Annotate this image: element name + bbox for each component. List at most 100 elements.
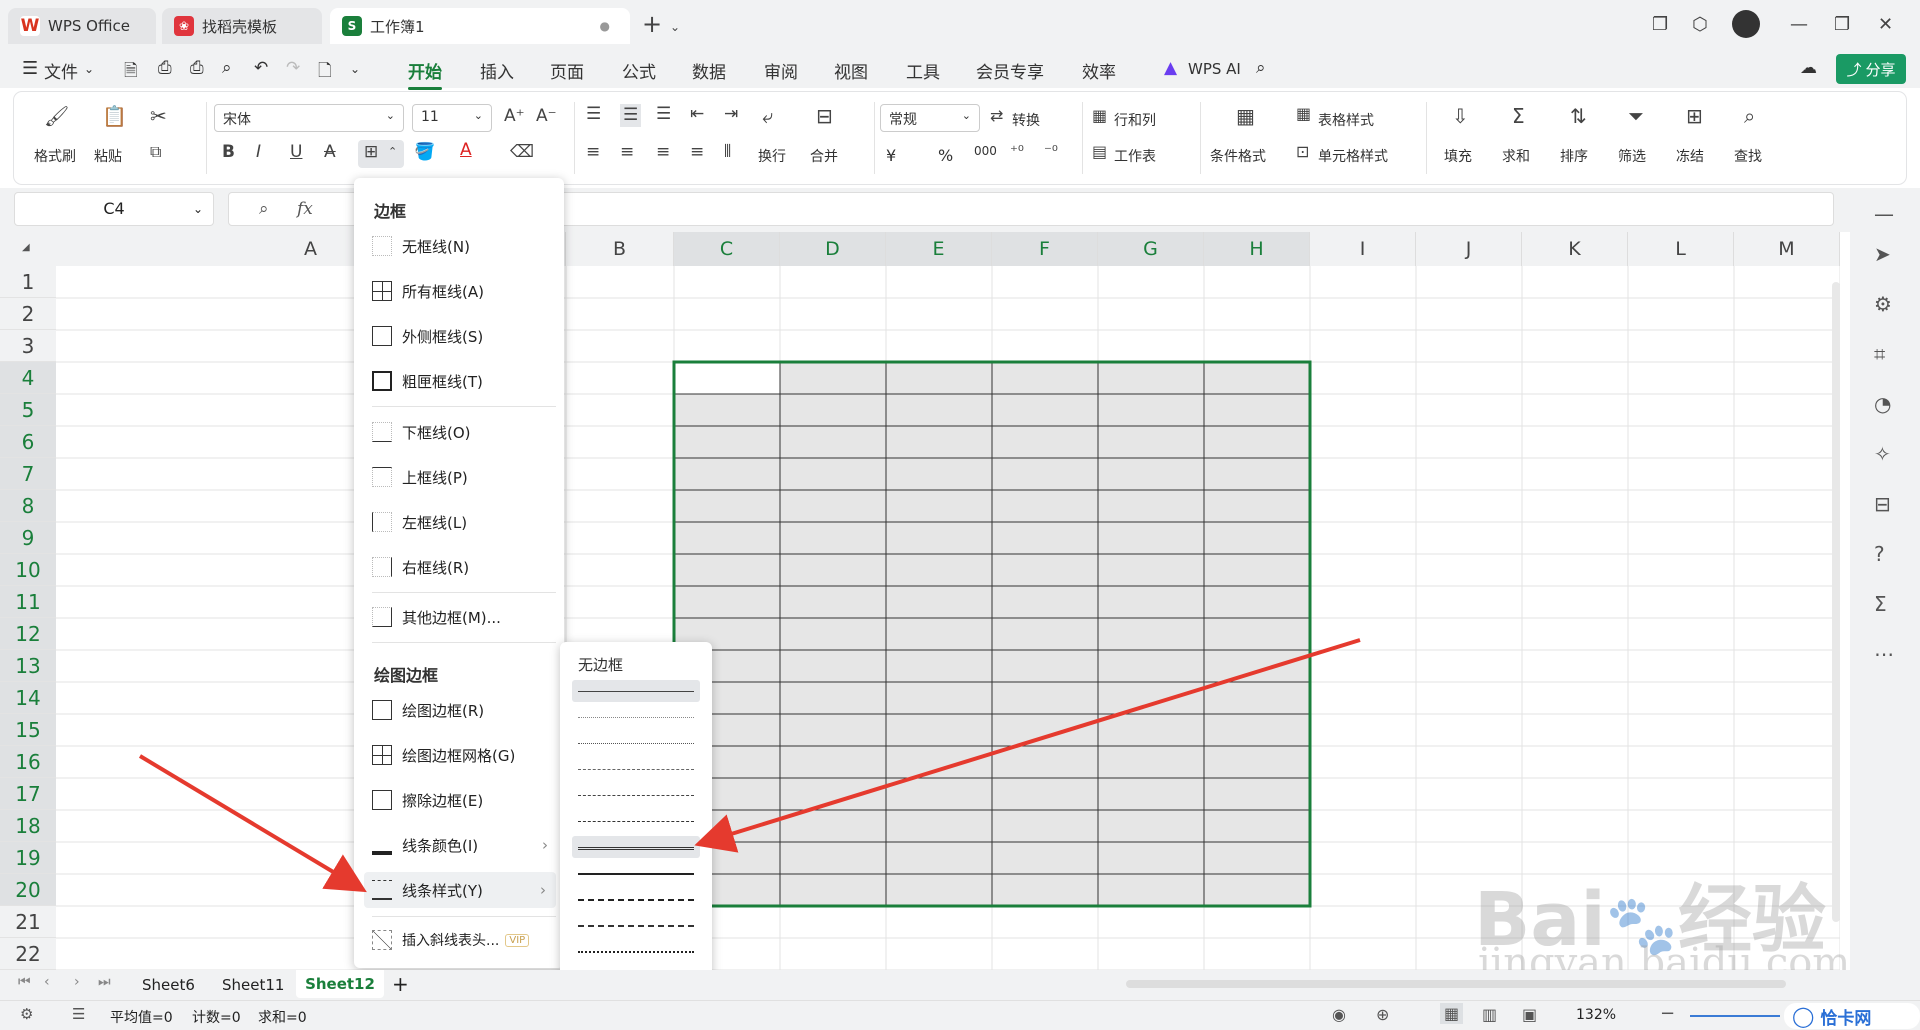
row-header-2[interactable]: 2 [0,298,56,330]
center-icon[interactable]: ⊕ [1376,1005,1389,1024]
indent-increase-icon[interactable]: ⇥ [724,106,738,123]
align-bottom-icon[interactable]: ☰ [656,106,671,123]
currency-button[interactable]: ¥ [886,146,896,165]
zoom-out-icon[interactable]: − [1660,1003,1675,1024]
thousands-button[interactable]: 000 [974,144,997,158]
cursor-icon[interactable]: ➤ [1874,242,1891,266]
tab-docer[interactable]: ❀ 找稻壳模板 [162,8,322,44]
row-header-9[interactable]: 9 [0,522,56,554]
more-icon[interactable]: ⋯ [1874,642,1894,666]
menu-insert[interactable]: 插入 [480,58,514,83]
new-tab-icon[interactable]: + [642,10,662,38]
merge-label[interactable]: 合并 [810,146,838,166]
add-sheet-icon[interactable]: + [392,972,409,996]
formula-icon[interactable]: Σ [1874,592,1887,616]
wrap-label[interactable]: 换行 [758,146,786,166]
hamburger-icon[interactable]: ☰ [22,58,38,79]
row-header-17[interactable]: 17 [0,778,56,810]
close-icon[interactable]: ✕ [1878,14,1893,35]
bold-icon[interactable]: B [222,144,235,161]
last-sheet-icon[interactable]: ⏭ [98,974,111,990]
border-button[interactable]: ⊞ ⌃ [358,140,404,168]
cond-format-label[interactable]: 条件格式 [1210,146,1266,166]
wps-ai-button[interactable]: WPS AI [1188,60,1241,78]
increase-decimal-icon[interactable]: ⁺⁰ [1010,144,1024,159]
column-header-h[interactable]: H [1204,232,1310,266]
cube-icon[interactable]: ⬡ [1692,14,1708,35]
fx-icon[interactable]: fx [297,199,313,219]
align-center-icon[interactable]: ≡ [620,144,634,161]
zoom-level[interactable]: 132% [1576,1007,1616,1023]
font-name-select[interactable]: 宋体 ⌄ [214,104,404,132]
row-header-8[interactable]: 8 [0,490,56,522]
sheet-label[interactable]: 工作表 [1114,146,1156,166]
maximize-icon[interactable]: ❐ [1834,14,1850,35]
font-color-icon[interactable]: A [460,142,472,159]
search-icon[interactable]: ⌕ [1256,58,1266,78]
menu-formula[interactable]: 公式 [622,58,656,83]
line-style-option[interactable] [572,784,700,806]
column-header-m[interactable]: M [1734,232,1840,266]
wrap-icon[interactable]: ⤶ [762,106,773,126]
menu-insert-diagonal[interactable]: 插入斜线表头... VIP [372,922,552,958]
select-all-corner[interactable]: ◢ [0,232,56,266]
print-icon[interactable]: ⎙ [190,58,204,78]
line-style-option[interactable] [572,914,700,936]
copy-icon[interactable]: ⧉ [150,144,161,160]
first-sheet-icon[interactable]: ⏮ [18,974,31,990]
help-icon[interactable]: ? [1874,542,1885,566]
tab-wps-office[interactable]: W WPS Office [8,8,156,44]
table-style-label[interactable]: 表格样式 [1318,110,1374,130]
find-label[interactable]: 查找 [1734,146,1762,166]
column-header-k[interactable]: K [1522,232,1628,266]
format-painter-icon[interactable]: 🖌 [44,106,69,126]
cloud-upload-icon[interactable]: ☁ [1800,58,1817,78]
cell-style-icon[interactable]: ⊡ [1296,144,1309,160]
eye-icon[interactable]: ◉ [1332,1005,1346,1024]
filter-icon[interactable]: ⏷ [1628,106,1644,126]
line-style-option[interactable] [572,862,700,884]
percent-button[interactable]: % [938,146,953,165]
number-format-select[interactable]: 常规 ⌄ [880,104,980,132]
freeze-label[interactable]: 冻结 [1676,146,1704,166]
collapse-icon[interactable]: — [1874,202,1894,226]
row-col-label[interactable]: 行和列 [1114,110,1156,130]
menu-file[interactable]: 文件 [44,58,78,83]
row-header-14[interactable]: 14 [0,682,56,714]
cell-style-label[interactable]: 单元格样式 [1318,146,1388,166]
menu-draw-border-grid[interactable]: 绘图边框网格(G) [372,737,552,773]
column-header-l[interactable]: L [1628,232,1734,266]
macro-icon[interactable]: ⚙ [20,1005,33,1023]
increase-font-icon[interactable]: A⁺ [504,108,525,125]
menu-right-border[interactable]: 右框线(R) [372,549,552,585]
menu-view[interactable]: 视图 [834,58,868,83]
row-header-10[interactable]: 10 [0,554,56,586]
menu-line-style[interactable]: 线条样式(Y) › [364,872,556,908]
name-box[interactable]: C4 ⌄ [14,192,214,226]
column-header-c[interactable]: C [674,232,780,266]
menu-thick-box[interactable]: 粗匣框线(T) [372,363,552,399]
tools-icon[interactable]: ✧ [1874,442,1891,466]
column-header-b[interactable]: B [566,232,674,266]
menu-home[interactable]: 开始 [408,58,442,90]
align-left-icon[interactable]: ≡ [586,144,600,161]
sheet-tab-12[interactable]: Sheet12 [296,970,384,998]
clear-icon[interactable]: ⌫ [510,144,534,161]
new-doc-icon[interactable]: 🗋 [318,58,332,87]
doc-icon[interactable]: ☰ [72,1005,85,1023]
fill-icon[interactable]: ⇩ [1452,106,1469,126]
fill-label[interactable]: 填充 [1444,146,1472,166]
menu-page[interactable]: 页面 [550,58,584,83]
line-style-option[interactable] [572,758,700,780]
format-painter-label[interactable]: 格式刷 [34,146,76,166]
sum-icon[interactable]: Σ [1512,106,1525,126]
adjust-icon[interactable]: ⚙ [1874,292,1892,316]
convert-icon[interactable]: ⇄ [990,108,1003,124]
menu-left-border[interactable]: 左框线(L) [372,504,552,540]
row-header-1[interactable]: 1 [0,266,56,298]
row-header-12[interactable]: 12 [0,618,56,650]
merge-icon[interactable]: ⊟ [816,106,833,126]
align-middle-icon[interactable]: ☰ [620,104,642,127]
row-header-13[interactable]: 13 [0,650,56,682]
find-icon[interactable]: ⌕ [1744,106,1755,126]
